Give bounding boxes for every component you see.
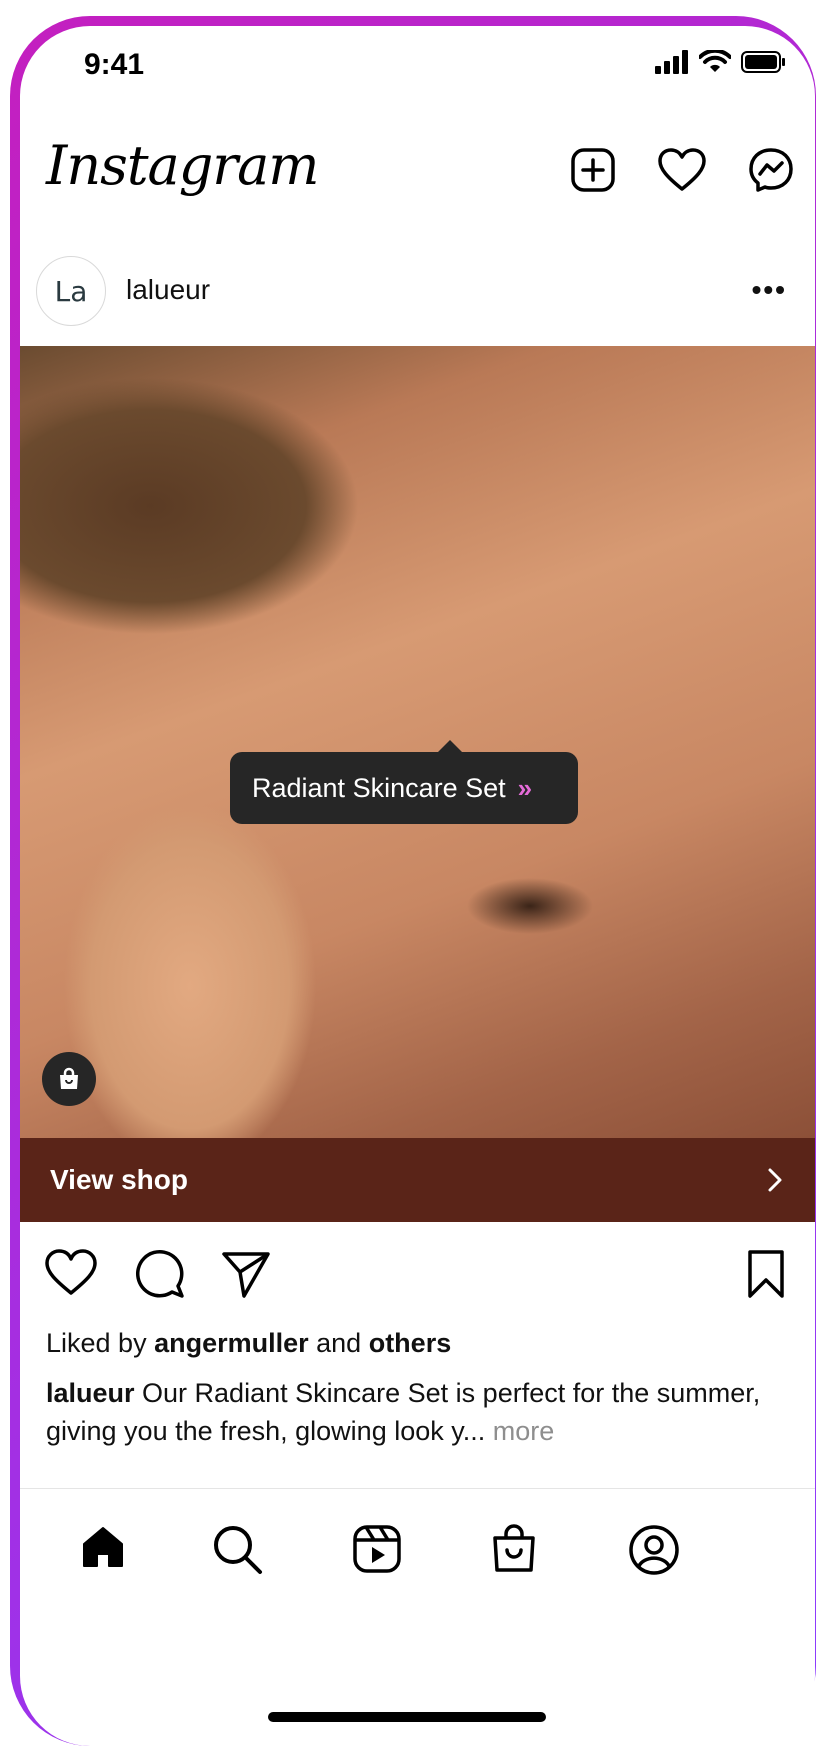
reels-icon[interactable] [352, 1524, 402, 1574]
phone-screen: 9:41 Instagram La lalueur ••• Radiant Sk… [20, 26, 815, 1746]
caption-more-link[interactable]: more [485, 1416, 555, 1446]
comment-icon[interactable] [134, 1248, 186, 1300]
status-time: 9:41 [84, 48, 145, 81]
search-icon[interactable] [212, 1524, 264, 1576]
view-shop-button[interactable]: View shop [20, 1138, 815, 1222]
bookmark-icon[interactable] [746, 1248, 786, 1300]
bottom-tab-bar [20, 1502, 815, 1612]
home-indicator[interactable] [268, 1712, 546, 1722]
likes-text: Liked by angermuller and others [46, 1328, 452, 1358]
more-icon[interactable]: ••• [752, 274, 787, 306]
caption-user[interactable]: lalueur [46, 1378, 135, 1408]
shop-icon[interactable] [490, 1524, 538, 1574]
post-actions [20, 1248, 815, 1312]
post-header: La lalueur ••• [20, 256, 815, 336]
wifi-icon [699, 50, 731, 72]
battery-icon [741, 51, 785, 73]
tab-divider [20, 1488, 815, 1489]
status-bar: 9:41 [20, 26, 815, 106]
heart-icon[interactable] [657, 147, 707, 193]
messenger-icon[interactable] [747, 146, 795, 194]
chevron-right-icon [768, 1168, 782, 1192]
share-icon[interactable] [220, 1248, 272, 1300]
top-bar: Instagram [20, 116, 815, 226]
avatar[interactable]: La [36, 256, 106, 326]
top-actions [569, 146, 795, 194]
new-post-icon[interactable] [569, 146, 617, 194]
post-photo[interactable]: Radiant Skincare Set » [20, 346, 815, 1138]
avatar-text: La [54, 274, 88, 308]
post-caption: lalueur Our Radiant Skincare Set is perf… [46, 1374, 786, 1450]
status-icons [655, 50, 787, 74]
instagram-logo: Instagram [46, 134, 319, 197]
double-chevron-icon: » [517, 772, 533, 803]
shopping-bag-icon[interactable] [42, 1052, 96, 1106]
product-tag-label: Radiant Skincare Set [252, 772, 506, 803]
device-frame: 9:41 Instagram La lalueur ••• Radiant Sk… [0, 0, 817, 1746]
like-icon[interactable] [44, 1248, 98, 1298]
likes-others[interactable]: others [369, 1328, 452, 1358]
signal-icon [655, 50, 688, 74]
post-username[interactable]: lalueur [126, 274, 210, 306]
likes-user[interactable]: angermuller [154, 1328, 309, 1358]
profile-icon[interactable] [628, 1524, 680, 1576]
view-shop-label: View shop [50, 1164, 188, 1195]
home-icon[interactable] [80, 1524, 126, 1570]
product-tag[interactable]: Radiant Skincare Set » [230, 740, 578, 824]
caption-text: Our Radiant Skincare Set is perfect for … [46, 1378, 761, 1446]
